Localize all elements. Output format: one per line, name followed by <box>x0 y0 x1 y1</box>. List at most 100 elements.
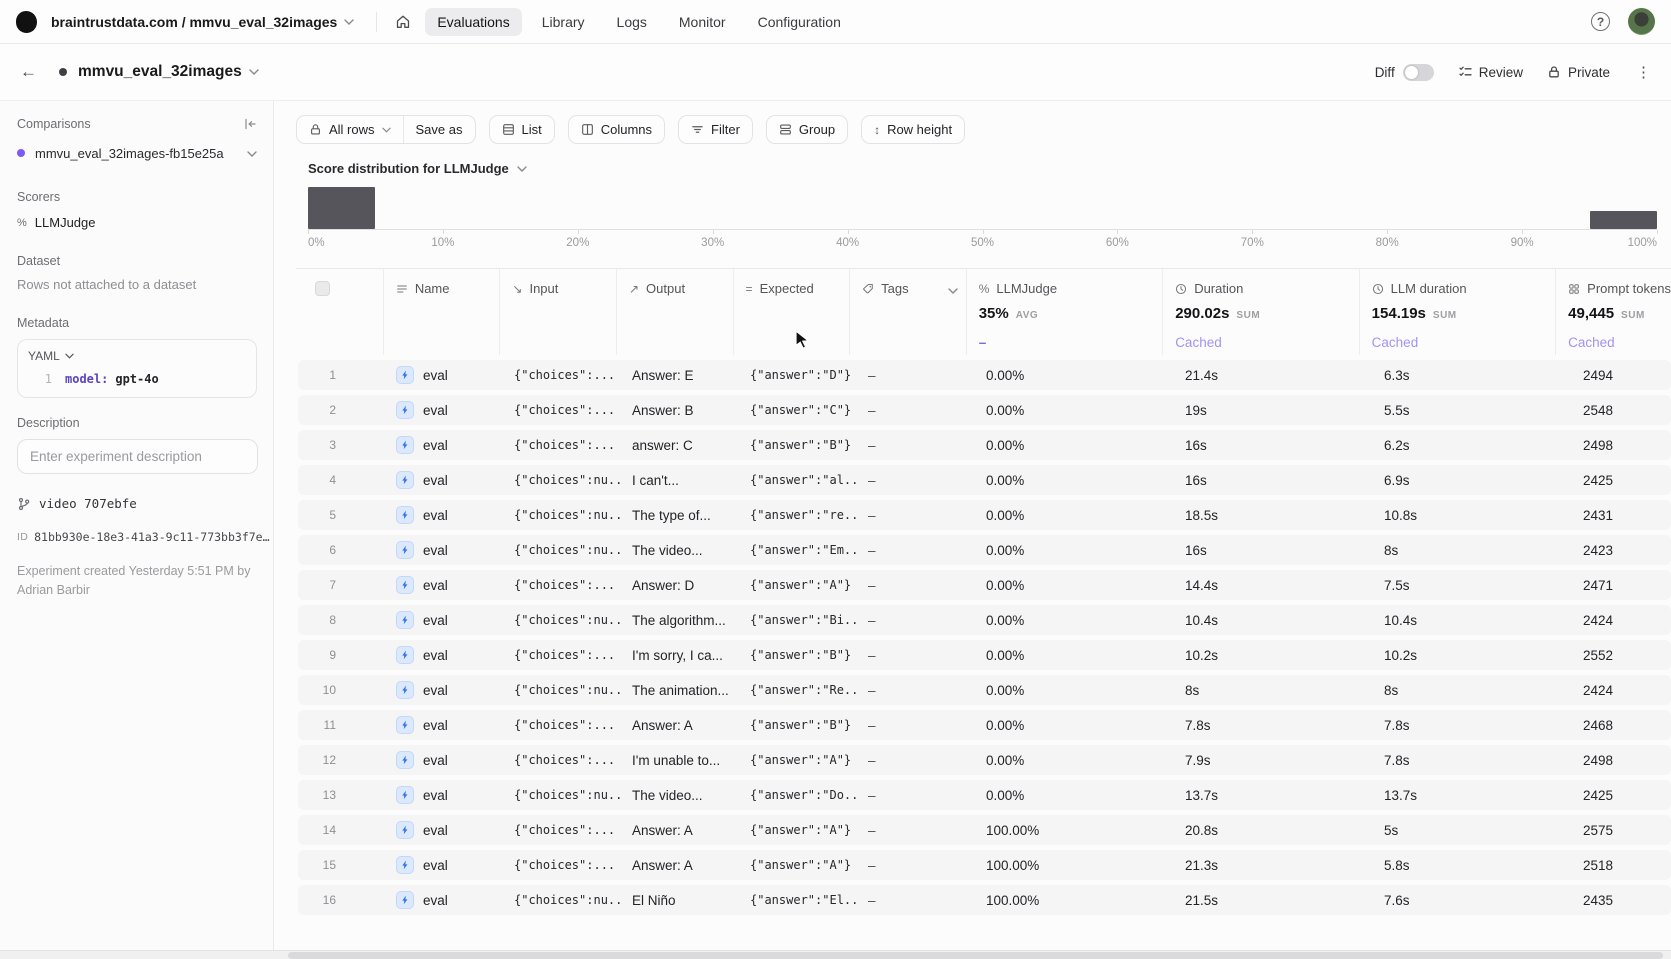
experiment-id-row[interactable]: ID 81bb930e-18e3-41a3-9c11-773bb3f7e… <box>17 530 257 544</box>
row-select-cell[interactable]: 16 <box>298 893 384 907</box>
cell-llm-duration[interactable]: 13.7s <box>1372 788 1571 803</box>
cell-llm-duration[interactable]: 10.8s <box>1372 508 1571 523</box>
cell-duration[interactable]: 16s <box>1173 543 1372 558</box>
tab-logs[interactable]: Logs <box>605 8 659 36</box>
cell-llmjudge[interactable]: 0.00% <box>974 578 1173 593</box>
cell-output[interactable]: I'm unable to... <box>620 753 738 768</box>
cell-output[interactable]: Answer: B <box>620 403 738 418</box>
cell-prompt-tokens[interactable]: 2494 <box>1571 368 1671 383</box>
cell-llm-duration[interactable]: 7.8s <box>1372 718 1571 733</box>
cell-expected[interactable]: {"answer":"B"} <box>738 438 856 452</box>
cell-llm-duration[interactable]: 5s <box>1372 823 1571 838</box>
cell-llm-duration[interactable]: 10.4s <box>1372 613 1571 628</box>
cell-prompt-tokens[interactable]: 2575 <box>1571 823 1671 838</box>
row-select-cell[interactable]: 13 <box>298 788 384 802</box>
row-select-cell[interactable]: 14 <box>298 823 384 837</box>
cell-name[interactable]: eval <box>384 401 502 419</box>
row-select-cell[interactable]: 9 <box>298 648 384 662</box>
experiment-chevron-down-icon[interactable] <box>249 69 259 75</box>
cell-expected[interactable]: {"answer":"Bi... <box>738 613 856 627</box>
cell-name[interactable]: eval <box>384 436 502 454</box>
horizontal-scrollbar[interactable] <box>0 950 1671 959</box>
cell-expected[interactable]: {"answer":"re... <box>738 508 856 522</box>
cell-tags[interactable]: – <box>856 368 974 383</box>
metadata-yaml-editor[interactable]: YAML 1 model: gpt-4o <box>17 339 257 398</box>
cell-expected[interactable]: {"answer":"Em... <box>738 543 856 557</box>
cell-tags[interactable]: – <box>856 788 974 803</box>
row-select-cell[interactable]: 11 <box>298 718 384 732</box>
cell-prompt-tokens[interactable]: 2552 <box>1571 648 1671 663</box>
cell-name[interactable]: eval <box>384 471 502 489</box>
cell-input[interactable]: {"choices":nu... <box>502 508 620 522</box>
help-icon[interactable]: ? <box>1591 12 1610 31</box>
cell-llm-duration[interactable]: 7.5s <box>1372 578 1571 593</box>
cell-output[interactable]: I can't... <box>620 473 738 488</box>
table-row[interactable]: 4 eval {"choices":nu... I can't... {"ans… <box>298 465 1671 495</box>
table-row[interactable]: 14 eval {"choices":... Answer: A {"answe… <box>298 815 1671 845</box>
cell-duration[interactable]: 16s <box>1173 473 1372 488</box>
scrollbar-thumb[interactable] <box>288 952 1663 959</box>
cell-input[interactable]: {"choices":... <box>502 578 620 592</box>
header-llm-duration[interactable]: LLM duration 154.19sSUM Cached <box>1359 269 1555 355</box>
cell-expected[interactable]: {"answer":"D"} <box>738 368 856 382</box>
cell-duration[interactable]: 20.8s <box>1173 823 1372 838</box>
cell-tags[interactable]: – <box>856 753 974 768</box>
cell-name[interactable]: eval <box>384 856 502 874</box>
cell-llmjudge[interactable]: 0.00% <box>974 788 1173 803</box>
row-select-cell[interactable]: 4 <box>298 473 384 487</box>
collapse-sidebar-icon[interactable] <box>243 117 257 131</box>
cell-llm-duration[interactable]: 10.2s <box>1372 648 1571 663</box>
score-distribution-chevron-icon[interactable] <box>517 166 527 172</box>
cell-input[interactable]: {"choices":... <box>502 718 620 732</box>
cell-prompt-tokens[interactable]: 2431 <box>1571 508 1671 523</box>
scorer-item-llmjudge[interactable]: % LLMJudge <box>17 215 257 230</box>
row-select-cell[interactable]: 2 <box>298 403 384 417</box>
cell-tags[interactable]: – <box>856 893 974 908</box>
cell-llmjudge[interactable]: 0.00% <box>974 753 1173 768</box>
cell-tags[interactable]: – <box>856 403 974 418</box>
home-icon[interactable] <box>395 14 411 30</box>
cell-llmjudge[interactable]: 0.00% <box>974 508 1173 523</box>
header-input[interactable]: ↘Input <box>499 269 616 355</box>
table-row[interactable]: 10 eval {"choices":nu... The animation..… <box>298 675 1671 705</box>
cell-name[interactable]: eval <box>384 681 502 699</box>
cell-llm-duration[interactable]: 6.2s <box>1372 438 1571 453</box>
header-prompt-tokens[interactable]: Prompt tokens 49,445SUM Cached <box>1555 269 1671 355</box>
cell-llmjudge[interactable]: 0.00% <box>974 403 1173 418</box>
description-input[interactable] <box>17 439 258 474</box>
cell-prompt-tokens[interactable]: 2548 <box>1571 403 1671 418</box>
group-button[interactable]: Group <box>766 115 848 144</box>
cell-output[interactable]: Answer: D <box>620 578 738 593</box>
save-as-button[interactable]: Save as <box>403 116 475 143</box>
tab-library[interactable]: Library <box>530 8 597 36</box>
comparison-item[interactable]: mmvu_eval_32images-fb15e25a <box>17 144 257 162</box>
cell-output[interactable]: The algorithm... <box>620 613 738 628</box>
tab-monitor[interactable]: Monitor <box>667 8 738 36</box>
cell-llmjudge[interactable]: 100.00% <box>974 893 1173 908</box>
row-select-cell[interactable]: 12 <box>298 753 384 767</box>
cell-name[interactable]: eval <box>384 716 502 734</box>
row-select-cell[interactable]: 6 <box>298 543 384 557</box>
cell-tags[interactable]: – <box>856 613 974 628</box>
cell-llmjudge[interactable]: 0.00% <box>974 473 1173 488</box>
table-row[interactable]: 13 eval {"choices":nu... The video... {"… <box>298 780 1671 810</box>
row-select-cell[interactable]: 1 <box>298 368 384 382</box>
private-button[interactable]: Private <box>1547 65 1610 80</box>
back-arrow-icon[interactable]: ← <box>20 62 37 82</box>
cell-prompt-tokens[interactable]: 2471 <box>1571 578 1671 593</box>
cell-name[interactable]: eval <box>384 366 502 384</box>
cell-tags[interactable]: – <box>856 683 974 698</box>
cell-output[interactable]: El Niño <box>620 893 738 908</box>
row-height-button[interactable]: ↕ Row height <box>861 115 965 144</box>
table-row[interactable]: 8 eval {"choices":nu... The algorithm...… <box>298 605 1671 635</box>
header-llmjudge[interactable]: %LLMJudge 35%AVG – <box>966 269 1162 355</box>
cell-llmjudge[interactable]: 0.00% <box>974 683 1173 698</box>
table-row[interactable]: 2 eval {"choices":... Answer: B {"answer… <box>298 395 1671 425</box>
cell-llmjudge[interactable]: 0.00% <box>974 613 1173 628</box>
cell-prompt-tokens[interactable]: 2518 <box>1571 858 1671 873</box>
cell-expected[interactable]: {"answer":"B"} <box>738 718 856 732</box>
row-select-cell[interactable]: 10 <box>298 683 384 697</box>
header-name[interactable]: Name <box>383 269 500 355</box>
cell-prompt-tokens[interactable]: 2468 <box>1571 718 1671 733</box>
cell-llm-duration[interactable]: 5.8s <box>1372 858 1571 873</box>
